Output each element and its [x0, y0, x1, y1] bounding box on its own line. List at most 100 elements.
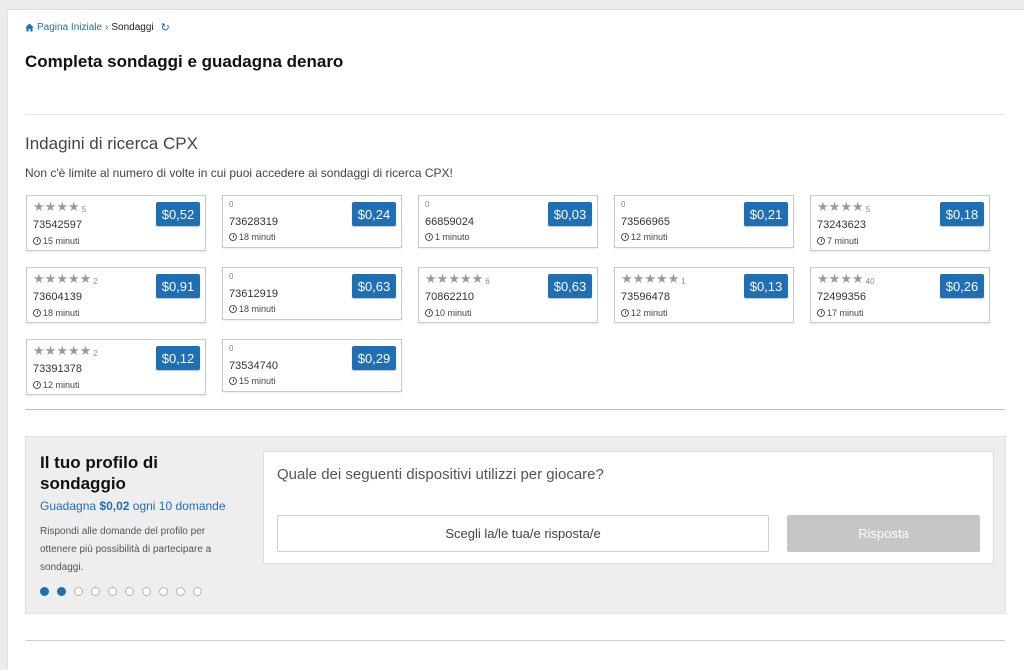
survey-duration: 1 minuto: [425, 232, 470, 242]
star-icon: ★: [621, 271, 633, 286]
survey-profile-panel: Il tuo profilo di sondaggio Guadagna $0,…: [25, 436, 1006, 614]
divider: [25, 114, 1005, 115]
survey-duration: 7 minuti: [817, 236, 859, 246]
survey-id: 73604139: [33, 291, 82, 303]
submit-answer-button[interactable]: Risposta: [787, 515, 980, 552]
duration-label: 12 minuti: [631, 232, 668, 242]
star-icon: ★: [79, 271, 92, 286]
rating-stars: ★ ★ ★ ★ 40: [817, 272, 875, 286]
survey-id: 66859024: [425, 216, 474, 228]
survey-card[interactable]: 0 66859024 1 minuto $0,03: [418, 195, 598, 248]
rating-count: 0: [229, 272, 234, 281]
progress-dot: [176, 587, 185, 596]
survey-price-button[interactable]: $0,29: [352, 346, 396, 370]
star-icon: ★: [840, 199, 852, 214]
duration-label: 10 minuti: [435, 308, 472, 318]
rating-count: 0: [229, 344, 234, 353]
progress-dot: [125, 587, 134, 596]
star-icon: ★: [44, 343, 57, 358]
star-icon: ★: [817, 271, 829, 286]
survey-id: 72499356: [817, 291, 866, 303]
duration-label: 18 minuti: [239, 232, 276, 242]
rating-count: 5: [865, 204, 871, 214]
duration-label: 12 minuti: [631, 308, 668, 318]
survey-price-button[interactable]: $0,24: [352, 202, 396, 226]
survey-id: 73542597: [33, 219, 82, 231]
star-icon: ★: [67, 199, 80, 214]
breadcrumb-current: Sondaggi: [111, 22, 154, 33]
progress-dots: [40, 587, 202, 596]
breadcrumb-home-link[interactable]: Pagina Iniziale: [25, 22, 102, 33]
survey-id: 70862210: [425, 291, 474, 303]
survey-id: 73566965: [621, 216, 670, 228]
progress-dot: [142, 587, 151, 596]
survey-card[interactable]: ★ ★ ★ ★ ★ 1 73596478 12 minuti $0,13: [614, 267, 794, 323]
survey-card[interactable]: ★ ★ ★ ★ ★ 6 70862210 10 minuti $0,63: [418, 267, 598, 323]
clock-icon: [33, 381, 41, 389]
survey-price-button[interactable]: $0,03: [548, 202, 592, 226]
survey-id: 73243623: [817, 219, 866, 231]
rating-stars: ★ ★ ★ ★ 5: [33, 200, 86, 214]
survey-price-button[interactable]: $0,21: [744, 202, 788, 226]
progress-dot: [40, 587, 49, 596]
survey-duration: 18 minuti: [229, 304, 276, 314]
rating-count: 1: [681, 276, 686, 286]
survey-card[interactable]: ★ ★ ★ ★ 5 73243623 7 minuti $0,18: [810, 195, 990, 251]
survey-price-button[interactable]: $0,91: [156, 274, 200, 298]
star-icon: ★: [828, 199, 841, 214]
star-icon: ★: [840, 271, 852, 286]
duration-label: 7 minuti: [827, 236, 859, 246]
survey-price-button[interactable]: $0,18: [940, 202, 984, 226]
survey-price-button[interactable]: $0,12: [156, 346, 200, 370]
clock-icon: [425, 309, 433, 317]
rating-stars: ★ ★ ★ ★ 5: [817, 200, 870, 214]
progress-dot: [91, 587, 100, 596]
survey-id: 73391378: [33, 363, 82, 375]
rating-stars: ★ ★ ★ ★ ★ 2: [33, 344, 98, 358]
survey-card[interactable]: 0 73628319 18 minuti $0,24: [222, 195, 402, 248]
progress-dot: [108, 587, 117, 596]
star-icon: ★: [56, 343, 68, 358]
star-icon: ★: [33, 343, 45, 358]
survey-card[interactable]: ★ ★ ★ ★ 40 72499356 17 minuti $0,26: [810, 267, 990, 323]
survey-price-button[interactable]: $0,52: [156, 202, 200, 226]
rating-stars: ★ ★ ★ ★ ★ 2: [33, 272, 98, 286]
choose-answer-button[interactable]: Scegli la/le tua/e risposta/e: [277, 515, 769, 552]
rating-count: 5: [81, 204, 87, 214]
rating-stars: ★ ★ ★ ★ ★ 6: [425, 272, 490, 286]
survey-card[interactable]: ★ ★ ★ ★ 5 73542597 15 minuti $0,52: [26, 195, 206, 251]
divider: [25, 640, 1005, 641]
survey-price-button[interactable]: $0,63: [548, 274, 592, 298]
section-title: Indagini di ricerca CPX: [25, 134, 198, 153]
survey-card[interactable]: ★ ★ ★ ★ ★ 2 73391378 12 minuti $0,12: [26, 339, 206, 395]
survey-id: 73612919: [229, 288, 278, 300]
star-icon: ★: [44, 199, 57, 214]
survey-card[interactable]: ★ ★ ★ ★ ★ 2 73604139 18 minuti $0,91: [26, 267, 206, 323]
survey-price-button[interactable]: $0,63: [352, 274, 396, 298]
rating-count: 2: [93, 348, 98, 358]
star-icon: ★: [644, 271, 656, 286]
star-icon: ★: [56, 271, 68, 286]
survey-price-button[interactable]: $0,26: [940, 274, 984, 298]
survey-duration: 15 minuti: [33, 236, 80, 246]
survey-card[interactable]: 0 73566965 12 minuti $0,21: [614, 195, 794, 248]
duration-label: 12 minuti: [43, 380, 80, 390]
survey-card[interactable]: 0 73612919 18 minuti $0,63: [222, 267, 402, 320]
progress-dot: [159, 587, 168, 596]
duration-label: 17 minuti: [827, 308, 864, 318]
survey-price-button[interactable]: $0,13: [744, 274, 788, 298]
earn-suffix: ogni 10 domande: [132, 499, 226, 513]
star-icon: ★: [425, 271, 437, 286]
survey-id: 73596478: [621, 291, 670, 303]
star-icon: ★: [436, 271, 449, 286]
clock-icon: [817, 309, 825, 317]
survey-card[interactable]: 0 73534740 15 minuti $0,29: [222, 339, 402, 392]
earn-amount: $0,02: [99, 499, 130, 513]
section-description: Non c'è limite al numero di volte in cui…: [25, 166, 453, 180]
rating-count: 0: [425, 200, 430, 209]
star-icon: ★: [655, 271, 668, 286]
progress-dot: [193, 587, 202, 596]
star-icon: ★: [851, 199, 864, 214]
refresh-icon[interactable]: ↻: [161, 21, 170, 34]
survey-id: 73628319: [229, 216, 278, 228]
